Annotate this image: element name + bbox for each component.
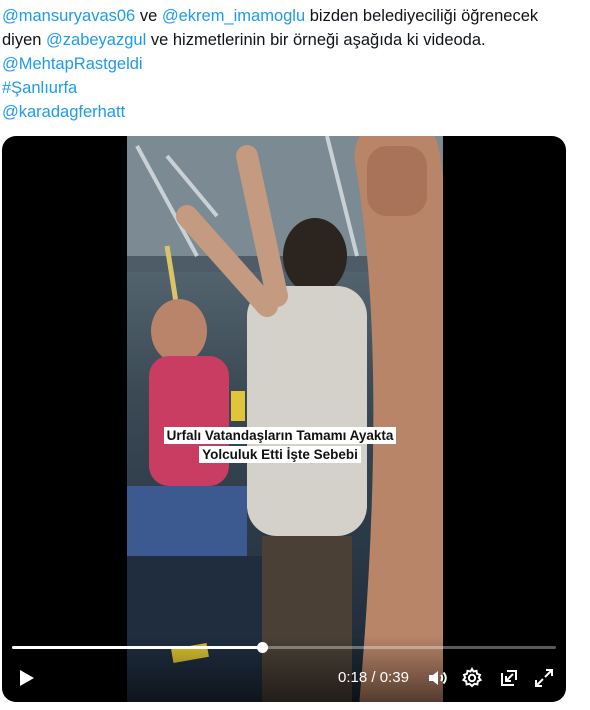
caption-line-1: Urfalı Vatandaşların Tamamı Ayakta [163,427,397,444]
settings-button[interactable] [460,666,484,690]
minimize-video-icon [501,670,517,686]
caption-line-2: Yolculuk Etti İşte Sebebi [199,446,361,463]
tweet-line-1: @mansuryavas06 ve @ekrem_imamoglu bizden… [2,4,582,28]
tweet-text: @mansuryavas06 ve @ekrem_imamoglu bizden… [2,4,582,124]
progress-scrubber-handle[interactable] [257,642,269,653]
time-total: 0:39 [379,669,409,686]
fullscreen-button[interactable] [532,666,556,690]
video-controls-bar: 0:18 / 0:39 [2,636,566,702]
minimize-video-button[interactable] [497,666,521,690]
tweet-text-fragment: ve hizmetlerinin bir örneği aşağıda ki v… [146,31,486,49]
settings-gear-icon [461,667,483,688]
volume-button[interactable] [425,666,449,690]
video-player[interactable]: Urfalı Vatandaşların Tamamı Ayakta Yolcu… [2,136,566,702]
tweet-line-2: diyen @zabeyazgul ve hizmetlerinin bir ö… [2,28,582,52]
time-separator: / [367,669,380,686]
progress-bar-fill [12,646,263,649]
mention-link-zabeyazgul[interactable]: @zabeyazgul [46,31,146,49]
time-display: 0:18 / 0:39 [338,669,409,686]
play-button[interactable] [14,666,38,690]
volume-icon [429,671,447,685]
video-frame[interactable] [127,136,443,702]
mention-link-ekrem-imamoglu[interactable]: @ekrem_imamoglu [162,7,305,25]
fullscreen-icon [535,669,553,687]
mention-link-karadagferhatt[interactable]: @karadagferhatt [2,100,582,124]
video-caption: Urfalı Vatandaşların Tamamı Ayakta Yolcu… [152,426,408,464]
mention-link-mehtaprastgeldi[interactable]: @MehtapRastgeldi [2,52,582,76]
tweet-text-fragment: ve [135,7,162,25]
progress-bar[interactable] [12,642,556,653]
hashtag-link-sanliurfa[interactable]: #Şanlıurfa [2,76,582,100]
video-scene [127,136,443,702]
play-icon [20,670,34,686]
time-current: 0:18 [338,669,368,686]
mention-link-mansuryavas06[interactable]: @mansuryavas06 [2,7,135,25]
tweet-text-fragment: diyen [2,31,47,49]
tweet-text-fragment: bizden belediyeciliği öğrenecek [305,7,539,25]
